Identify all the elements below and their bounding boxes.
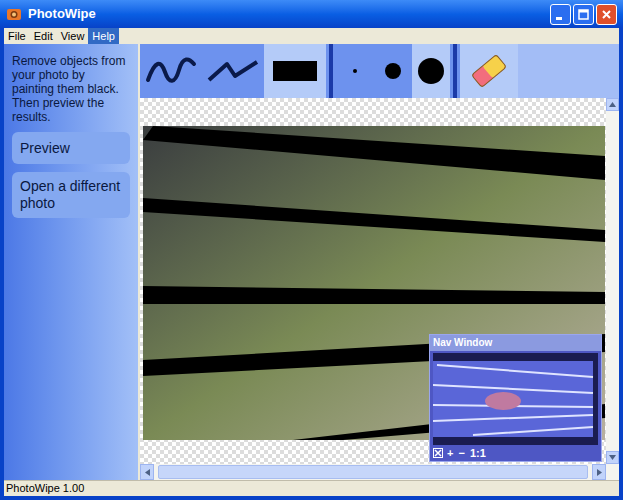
status-bar: PhotoWipe 1.00 [4,480,619,496]
nav-preview-thumbnail [433,355,598,443]
sidebar: Remove objects from your photo by painti… [4,44,138,480]
sidebar-button[interactable]: Preview [12,132,130,164]
title-bar[interactable]: PhotoWipe [0,0,623,28]
tool-button[interactable] [140,44,202,98]
toolbar-separator [329,44,333,98]
nav-zoom-button[interactable]: 1:1 [469,446,487,460]
nav-preview[interactable] [433,353,598,445]
fit-to-window-icon[interactable] [433,448,443,458]
toolbar-separator [453,44,457,98]
tool-button[interactable] [202,44,264,98]
sidebar-button[interactable]: Open a different photo [12,172,130,218]
scroll-thumb[interactable] [158,465,588,479]
maximize-icon [578,9,589,20]
scroll-left-button[interactable] [140,464,154,480]
right-arrow-icon [597,469,602,476]
rectangle-tool-icon [271,59,319,83]
close-button[interactable] [596,4,617,25]
minimize-icon [555,9,566,20]
scroll-up-button[interactable] [606,98,619,111]
large-size-icon [416,56,446,86]
canvas[interactable]: Nav Window +−1:1 [140,98,606,464]
freehand-brush-icon [145,56,197,86]
nav-zoom-button[interactable]: − [457,446,465,460]
nav-window[interactable]: Nav Window +−1:1 [429,334,602,462]
size-button[interactable] [412,44,450,98]
line-brush-icon [205,56,261,86]
left-arrow-icon [145,469,150,476]
nav-zoom-button[interactable]: + [446,446,454,460]
menu-item[interactable]: Edit [30,28,57,44]
instructions: Remove objects from your photo by painti… [12,54,130,124]
size-button[interactable] [336,44,374,98]
horizontal-scrollbar[interactable] [140,464,619,480]
eraser-button[interactable] [460,44,518,98]
window-title: PhotoWipe [28,4,550,24]
medium-size-icon [378,56,408,86]
app-window: PhotoWipe FileEditViewHelp Remove objects … [0,0,623,500]
size-button[interactable] [374,44,412,98]
small-size-icon [340,56,370,86]
scroll-down-button[interactable] [606,451,619,464]
menu-item[interactable]: Help [88,28,119,44]
menu-bar: FileEditViewHelp [4,28,619,44]
vertical-scrollbar[interactable] [606,98,619,464]
tool-button[interactable] [264,44,326,98]
menu-item[interactable]: View [57,28,89,44]
down-arrow-icon [609,455,616,460]
up-arrow-icon [609,102,616,107]
toolbar [140,44,619,98]
scroll-right-button[interactable] [592,464,606,480]
maximize-button[interactable] [573,4,594,25]
close-icon [601,9,612,20]
nav-window-title[interactable]: Nav Window [430,335,601,351]
menu-item[interactable]: File [4,28,30,44]
app-icon [6,6,22,22]
minimize-button[interactable] [550,4,571,25]
eraser-icon [467,49,511,93]
